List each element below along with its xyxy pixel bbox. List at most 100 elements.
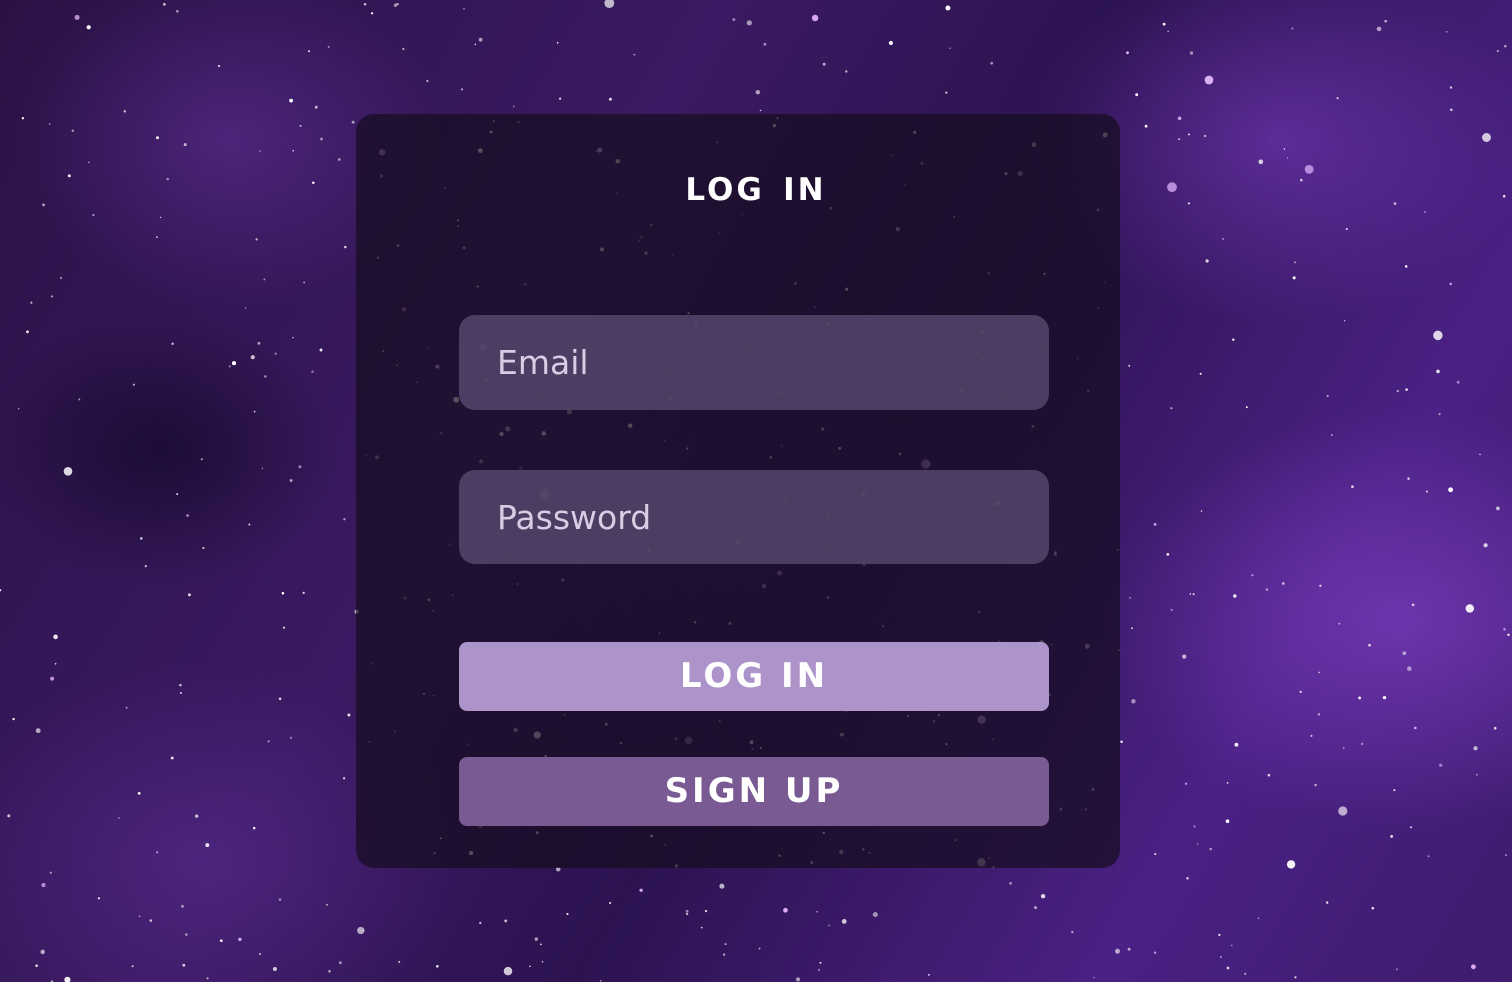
star [292, 336, 294, 339]
star [78, 398, 81, 401]
star [1115, 948, 1120, 954]
signup-button[interactable]: SIGN UP [459, 757, 1049, 826]
star [1192, 593, 1195, 596]
star [1222, 237, 1225, 240]
star [219, 939, 223, 943]
star [1336, 96, 1339, 100]
star [811, 14, 819, 22]
star [311, 370, 314, 373]
star [872, 911, 878, 918]
star [17, 408, 20, 410]
star [328, 970, 331, 973]
password-input[interactable] [459, 470, 1049, 564]
star [1120, 740, 1123, 743]
star [1199, 372, 1202, 375]
star [1482, 133, 1491, 142]
star [54, 662, 57, 665]
star [1493, 726, 1497, 730]
star [182, 963, 186, 967]
star [176, 10, 179, 13]
star [299, 124, 302, 127]
star [362, 929, 365, 932]
star [1338, 622, 1341, 625]
star [1310, 734, 1313, 737]
star [608, 901, 612, 905]
star [1314, 783, 1317, 787]
star [163, 2, 166, 6]
star [1427, 855, 1430, 858]
star [282, 626, 286, 629]
star [278, 697, 282, 701]
star [205, 843, 210, 848]
star [1135, 93, 1139, 97]
star [1402, 651, 1407, 656]
star [1456, 380, 1460, 384]
star [426, 79, 429, 83]
star [599, 979, 602, 982]
star [1267, 773, 1271, 777]
star [1203, 134, 1207, 138]
star [1393, 789, 1396, 792]
star [474, 43, 477, 46]
star [26, 330, 29, 334]
login-button[interactable]: LOG IN [459, 642, 1049, 711]
star [1425, 490, 1428, 493]
star [1470, 964, 1476, 970]
star [1405, 388, 1408, 391]
star [289, 736, 292, 739]
star [1404, 265, 1408, 268]
email-input[interactable] [459, 315, 1049, 410]
star [1170, 407, 1173, 410]
star [1483, 543, 1488, 548]
star [1503, 628, 1506, 631]
star [945, 91, 948, 94]
star [187, 593, 191, 597]
star [1433, 330, 1443, 341]
star [71, 129, 75, 132]
star [92, 213, 95, 217]
star [1439, 763, 1443, 767]
star [541, 960, 544, 963]
star [1144, 124, 1148, 128]
star [795, 977, 801, 982]
star [1233, 594, 1237, 598]
star [949, 47, 952, 49]
star [1292, 276, 1296, 280]
star [1411, 603, 1415, 607]
star [463, 7, 465, 10]
star [139, 537, 143, 540]
star [1153, 951, 1157, 954]
star [48, 123, 51, 125]
star [1218, 933, 1221, 937]
star [281, 591, 285, 595]
star [41, 883, 46, 888]
star [685, 912, 689, 916]
star [1331, 434, 1333, 436]
star [1162, 22, 1166, 26]
star [1436, 369, 1440, 374]
star [1128, 364, 1131, 367]
star [1368, 643, 1371, 647]
star [50, 295, 53, 298]
star [1504, 44, 1507, 48]
star [724, 943, 727, 946]
star [202, 547, 205, 550]
star [86, 25, 91, 30]
star [298, 465, 302, 469]
star [327, 45, 330, 48]
star [289, 479, 293, 482]
star [50, 676, 54, 681]
star [7, 814, 11, 818]
star [144, 564, 148, 568]
star [1034, 906, 1037, 910]
star [123, 110, 127, 113]
star [604, 0, 615, 9]
star [1131, 699, 1136, 704]
star [1382, 695, 1387, 700]
star [49, 871, 52, 874]
star [347, 713, 351, 717]
star [228, 365, 231, 368]
star [30, 301, 33, 304]
star [289, 98, 293, 103]
star [1407, 666, 1412, 671]
